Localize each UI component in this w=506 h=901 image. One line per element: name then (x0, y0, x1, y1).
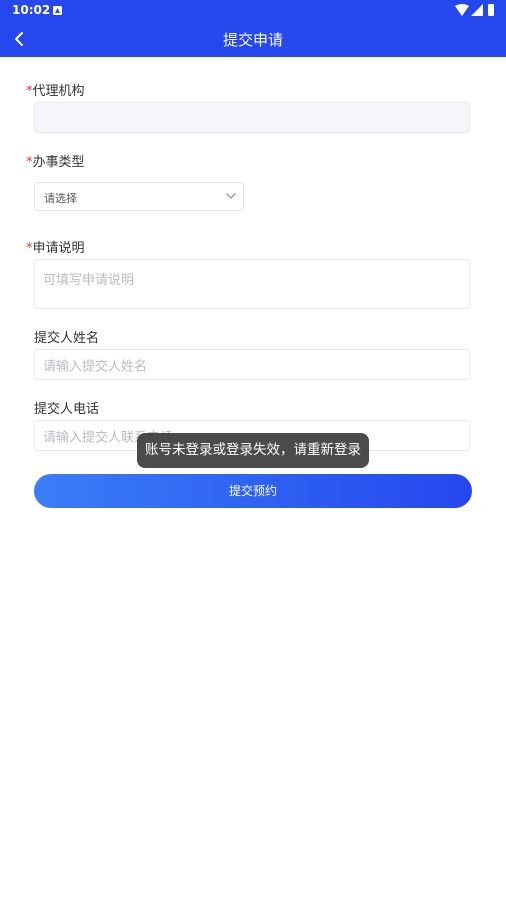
description-label: *申请说明 (26, 237, 85, 256)
business-type-select[interactable]: 请选择 (34, 182, 244, 211)
notification-icon (53, 6, 62, 15)
toast-message: 账号未登录或登录失效，请重新登录 (137, 433, 369, 468)
business-type-selected: 请选择 (44, 192, 77, 205)
page-title: 提交申请 (222, 31, 283, 49)
header-bar: 提交申请 (0, 22, 506, 57)
business-type-label-text: 办事类型 (32, 155, 85, 170)
description-label-text: 申请说明 (32, 241, 85, 256)
battery-icon (488, 4, 494, 16)
chevron-down-icon (226, 193, 236, 199)
status-time: 10:02 (12, 3, 51, 17)
description-placeholder: 可填写申请说明 (43, 273, 135, 288)
page: 10:02 提交申请 *代理机构 *办事类型 请选择 *申请说明 可填写申请说明… (0, 0, 506, 901)
submitter-name-input[interactable]: 请输入提交人姓名 (34, 349, 470, 380)
agency-label-text: 代理机构 (32, 84, 85, 99)
wifi-icon (455, 4, 469, 16)
business-type-label: *办事类型 (26, 151, 85, 170)
agency-label: *代理机构 (26, 80, 85, 99)
submit-button[interactable]: 提交预约 (34, 474, 472, 508)
signal-icon (471, 4, 483, 16)
submitter-phone-label: 提交人电话 (34, 402, 100, 417)
status-bar: 10:02 (0, 0, 506, 22)
description-textarea[interactable]: 可填写申请说明 (34, 259, 470, 309)
submitter-name-placeholder: 请输入提交人姓名 (43, 359, 148, 374)
agency-field[interactable] (34, 102, 470, 133)
submitter-name-label: 提交人姓名 (34, 331, 100, 346)
